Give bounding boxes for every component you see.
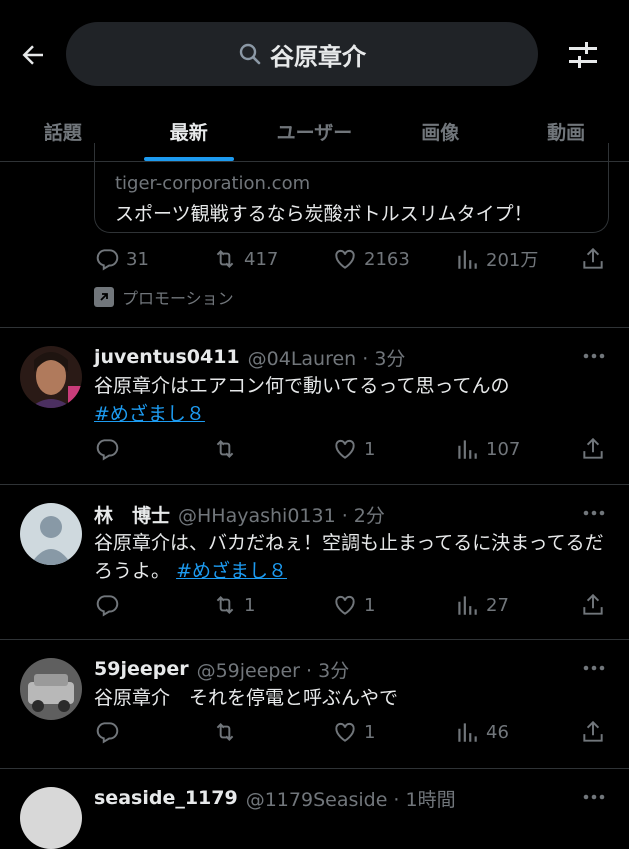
avatar[interactable] [20, 346, 82, 408]
retweet-button[interactable]: 417 [212, 246, 278, 272]
views-button[interactable]: 107 [454, 436, 520, 462]
tweet-actions: 1 107 [94, 434, 610, 464]
tweet[interactable]: 59jeeper @59jeeper · 3分 谷原章介 それを停電と呼ぶんやで… [0, 640, 629, 769]
retweet-icon [216, 596, 234, 614]
filter-sliders-icon[interactable] [566, 38, 600, 72]
avatar[interactable] [20, 658, 82, 720]
tweet-header: seaside_1179 @1179Seaside · 1時間 [94, 785, 609, 811]
link-card-domain: tiger-corporation.com [115, 173, 311, 194]
heart-icon [335, 439, 355, 459]
like-button[interactable]: 1 [332, 436, 375, 462]
display-name[interactable]: juventus0411 [94, 346, 240, 368]
tweet-actions: 31 417 2163 201万 [94, 244, 610, 274]
top-bar: 谷原章介 [0, 0, 629, 102]
hashtag-link[interactable]: #めざまし８ [176, 560, 287, 582]
reply-button[interactable] [94, 719, 126, 745]
like-button[interactable]: 1 [332, 592, 375, 618]
hashtag-link[interactable]: #めざまし８ [94, 403, 205, 425]
display-name[interactable]: seaside_1179 [94, 787, 238, 809]
heart-icon [335, 722, 355, 742]
tweet-header: 59jeeper @59jeeper · 3分 [94, 656, 609, 682]
retweet-button[interactable] [212, 436, 244, 462]
views-button[interactable]: 201万 [454, 246, 538, 272]
more-options-icon[interactable] [581, 503, 607, 523]
like-button[interactable]: 2163 [332, 246, 410, 272]
retweet-icon [216, 723, 234, 741]
share-icon [583, 247, 603, 269]
reply-button[interactable] [94, 436, 126, 462]
promoted-label: プロモーション [94, 285, 234, 309]
avatar[interactable] [20, 787, 82, 849]
share-icon [583, 593, 603, 615]
timeline: tiger-corporation.com スポーツ観戦するなら炭酸ボトルスリム… [0, 143, 629, 849]
tweet-text: 谷原章介 それを停電と呼ぶんやで [94, 687, 399, 709]
back-arrow-icon[interactable] [14, 36, 52, 74]
tweet-text: 谷原章介は、バカだねぇ！空調も止まってるに決まってるだろうよ。 #めざまし８ [94, 532, 604, 582]
tweet[interactable]: juventus0411 @04Lauren · 3分 谷原章介はエアコン何で動… [0, 328, 629, 485]
handle-and-time[interactable]: @HHayashi0131 · 2分 [178, 501, 385, 528]
retweet-button[interactable]: 1 [212, 592, 255, 618]
bar-chart-icon [458, 596, 477, 615]
bar-chart-icon [458, 250, 477, 269]
more-options-icon[interactable] [581, 658, 607, 678]
promoted-tweet[interactable]: tiger-corporation.com スポーツ観戦するなら炭酸ボトルスリム… [0, 143, 629, 328]
views-button[interactable]: 46 [454, 719, 509, 745]
reply-icon [96, 722, 119, 744]
tweet-header: juventus0411 @04Lauren · 3分 [94, 344, 609, 370]
display-name[interactable]: 59jeeper [94, 658, 189, 680]
handle-and-time[interactable]: @1179Seaside · 1時間 [246, 785, 456, 812]
bar-chart-icon [458, 440, 477, 459]
retweet-icon [216, 250, 234, 268]
retweet-button[interactable] [212, 719, 244, 745]
search-query: 谷原章介 [270, 42, 366, 71]
share-icon [583, 720, 603, 742]
share-button[interactable] [580, 719, 606, 745]
share-icon [583, 437, 603, 459]
tweet-actions: 1 46 [94, 717, 610, 747]
search-icon [239, 43, 261, 65]
more-options-icon[interactable] [581, 787, 607, 807]
link-card[interactable]: tiger-corporation.com スポーツ観戦するなら炭酸ボトルスリム… [94, 143, 609, 233]
promoted-arrow-icon [94, 287, 114, 307]
heart-icon [335, 249, 355, 269]
retweet-icon [216, 440, 234, 458]
reply-icon [96, 439, 119, 461]
share-button[interactable] [580, 246, 606, 272]
display-name[interactable]: 林 博士 [94, 501, 170, 528]
tweet[interactable]: 林 博士 @HHayashi0131 · 2分 谷原章介は、バカだねぇ！空調も止… [0, 485, 629, 640]
tweet-actions: 1 1 27 [94, 590, 610, 620]
handle-and-time[interactable]: @59jeeper · 3分 [197, 656, 350, 683]
bar-chart-icon [458, 723, 477, 742]
tweet[interactable]: seaside_1179 @1179Seaside · 1時間 [0, 769, 629, 849]
search-bar[interactable]: 谷原章介 [66, 22, 538, 86]
reply-icon [96, 595, 119, 617]
link-card-headline: スポーツ観戦するなら炭酸ボトルスリムタイプ！ [115, 203, 533, 225]
reply-button[interactable] [94, 592, 126, 618]
share-button[interactable] [580, 592, 606, 618]
views-button[interactable]: 27 [454, 592, 509, 618]
tweet-text: 谷原章介はエアコン何で動いてるって思ってんの #めざまし８ [94, 375, 510, 425]
like-button[interactable]: 1 [332, 719, 375, 745]
handle-and-time[interactable]: @04Lauren · 3分 [248, 344, 406, 371]
tweet-header: 林 博士 @HHayashi0131 · 2分 [94, 501, 609, 527]
heart-icon [335, 595, 355, 615]
reply-button[interactable]: 31 [94, 246, 149, 272]
reply-icon [96, 249, 119, 271]
share-button[interactable] [580, 436, 606, 462]
default-avatar[interactable] [20, 503, 82, 565]
more-options-icon[interactable] [581, 346, 607, 366]
